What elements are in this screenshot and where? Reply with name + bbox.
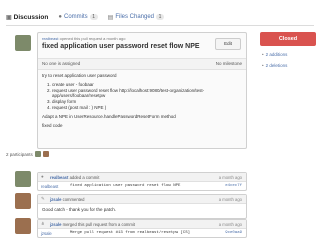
pr-meta: realbeast opened this pull request a mon… [42,36,125,41]
tab-label: Commits [63,14,88,20]
commit-sha[interactable]: e4cec7f [225,184,242,188]
assignee-text[interactable]: No one is assigned [42,61,80,66]
commit-message[interactable]: Merge pull request #13 from realbeast/re… [70,231,190,235]
steps-list: create user - foobaar request user passw… [42,82,242,110]
additions-line: • 2 additions [260,52,316,57]
timestamp: a month ago [218,174,242,180]
avatar[interactable] [42,151,49,157]
pr-sidebar: Closed • 2 additions • 2 deletions [260,32,316,68]
tab-bar: ▣ Discussion ● Commits 1 ▤ Files Changed… [6,10,174,24]
tab-commits[interactable]: ● Commits 1 [58,14,98,20]
commit-message[interactable]: fixed application user password reset fl… [70,184,180,188]
avatar[interactable] [15,171,31,187]
merge-icon: ⋔ [41,221,45,226]
list-item: create user - foobaar [52,82,242,87]
tab-label: Files Changed [115,14,155,20]
pr-fixed: fixed code [42,123,63,128]
event-header: ✎ jzsale commented a month ago [38,195,246,204]
tab-discussion[interactable]: ▣ Discussion [6,14,48,21]
commits-icon: ● [58,14,62,20]
participants-label: 2 participants [6,151,33,157]
commit-row[interactable]: realbeast fixed application user passwor… [38,182,246,190]
page-title: fixed application user password reset fl… [42,43,200,50]
avatar[interactable] [15,193,31,209]
pr-meta-text: opened this pull request a month ago [59,36,126,41]
tab-count: 1 [89,14,98,20]
commit-event: ● realbeast added a commit a month ago r… [37,172,247,191]
pr-intro: try to reset application user password [42,73,117,78]
event-actor: realbeast added a commit [50,175,99,180]
event-header: ⋔ jzsale merged this pull request from a… [38,220,246,229]
milestone-text[interactable]: No milestone [216,61,242,66]
event-action: added a commit [69,174,100,180]
deletions-line: • 2 deletions [260,63,316,68]
assignment-row: No one is assigned No milestone [38,59,246,70]
list-item: display form [52,99,242,104]
author-link[interactable]: realbeast [42,36,58,41]
avatar[interactable] [15,218,31,234]
edit-button[interactable]: Edit [215,38,241,50]
tab-files-changed[interactable]: ▤ Files Changed 1 [107,14,165,21]
avatar[interactable] [34,151,41,157]
event-actor: jzsale commented [50,197,84,202]
bullet-icon: • [262,63,264,68]
event-header: ● realbeast added a commit a month ago [38,173,246,182]
list-item: request (post mail : ) NPE ) [52,105,242,110]
commit-icon: ● [41,174,44,179]
pr-body: try to reset application user password c… [42,73,242,132]
timestamp: a month ago [218,221,242,227]
tab-divider [6,25,314,26]
event-action: commented [62,196,85,202]
additions-text: 2 additions [265,52,288,57]
actor-link[interactable]: jzsale [50,222,61,227]
event-action: merged this pull request from a commit [62,221,135,227]
event-actor: jzsale merged this pull request from a c… [50,222,135,227]
participants: 2 participants [6,151,49,157]
commit-author[interactable]: realbeast [41,184,58,189]
tab-count: 1 [156,14,165,20]
files-icon: ▤ [107,14,114,21]
discussion-icon: ▣ [6,14,12,21]
pr-description: realbeast opened this pull request a mon… [37,32,247,149]
pr-note: Adapt a NPE in UserResource.handlePasswo… [42,114,176,119]
bullet-icon: • [262,52,264,57]
comment-icon: ✎ [41,196,45,201]
commit-sha[interactable]: 9ce0aa9 [225,231,242,235]
actor-link[interactable]: realbeast [50,175,68,180]
comment-body: Good catch - thank you for the patch. [42,207,117,212]
timestamp: a month ago [218,196,242,202]
status-badge: Closed [260,32,316,46]
pr-header: realbeast opened this pull request a mon… [38,33,246,59]
commit-row[interactable]: jzsale Merge pull request #13 from realb… [38,229,246,237]
avatar[interactable] [15,35,31,51]
actor-link[interactable]: jzsale [50,197,61,202]
merge-event: ⋔ jzsale merged this pull request from a… [37,219,247,238]
list-item: request user password reset flow http://… [52,88,242,98]
commit-author[interactable]: jzsale [41,231,52,236]
comment-event: ✎ jzsale commented a month ago Good catc… [37,194,247,219]
deletions-text: 2 deletions [265,63,288,68]
tab-label: Discussion [13,13,49,21]
